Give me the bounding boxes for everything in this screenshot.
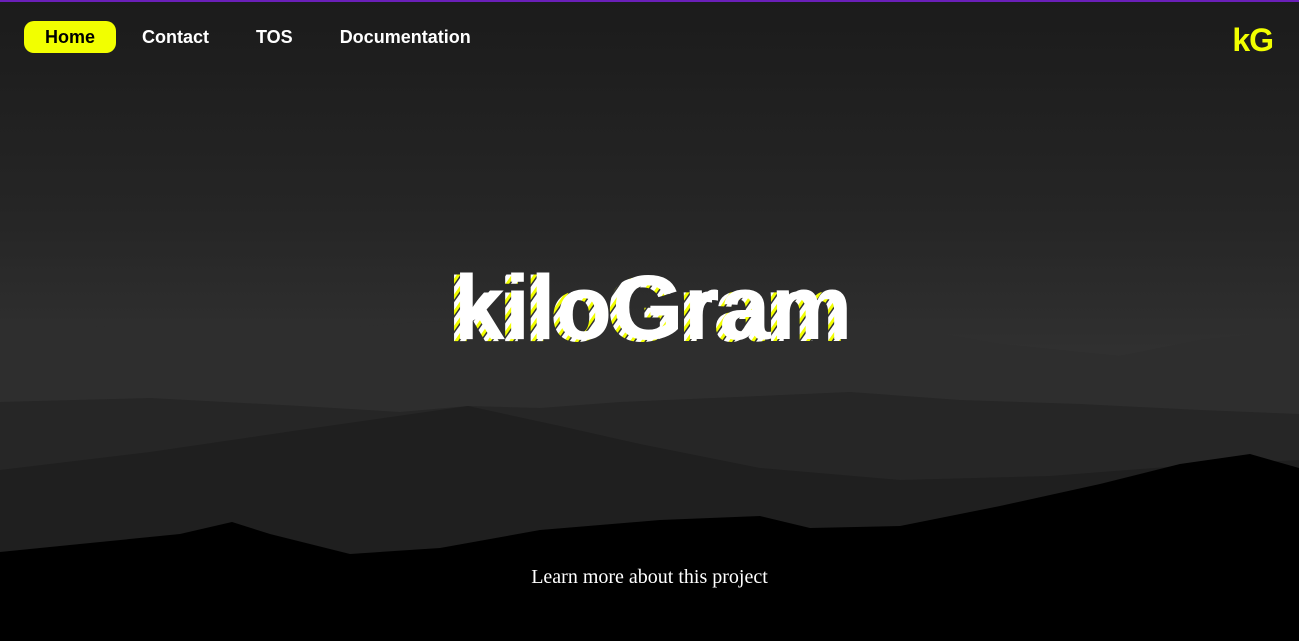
hero-title: kiloGram	[453, 257, 852, 356]
nav-home-link[interactable]: Home	[24, 21, 116, 53]
nav-documentation-link[interactable]: Documentation	[340, 21, 471, 53]
learn-more-link[interactable]: Learn more about this project	[0, 564, 1299, 590]
nav-tos-link[interactable]: TOS	[256, 21, 293, 53]
hero-title-container: kiloGram kiloGram	[0, 256, 1299, 356]
site-logo[interactable]: kG	[1232, 20, 1274, 60]
hero-title-graphic: kiloGram kiloGram	[447, 257, 852, 356]
main-nav: Home Contact TOS Documentation	[24, 21, 471, 53]
nav-contact-link[interactable]: Contact	[142, 21, 209, 53]
page: Home Contact TOS Documentation kG kiloGr…	[0, 0, 1299, 641]
